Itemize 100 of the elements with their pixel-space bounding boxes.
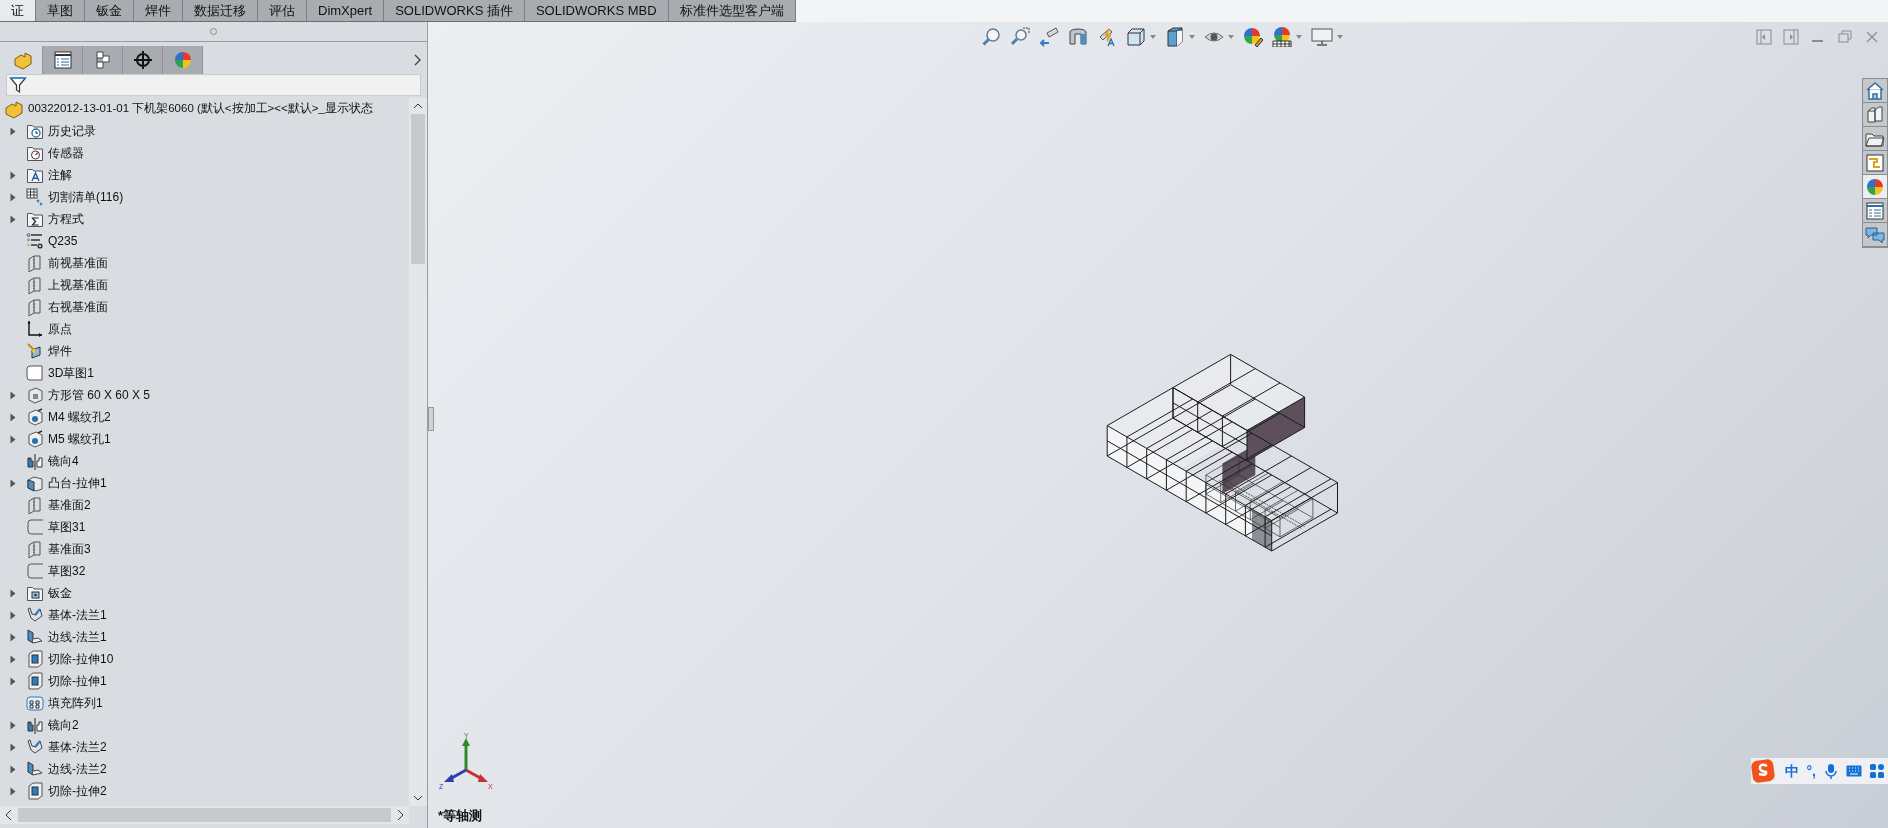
microphone-icon[interactable] [1824, 763, 1838, 779]
home-icon[interactable] [1865, 80, 1885, 101]
panel-tab[interactable] [123, 46, 163, 74]
tile-right-icon[interactable] [1783, 29, 1799, 45]
expand-arrow-icon[interactable] [10, 192, 16, 202]
list-icon[interactable] [1865, 200, 1885, 221]
expand-arrow-icon[interactable] [10, 764, 16, 774]
tree-item-label[interactable]: 镜向4 [48, 452, 79, 470]
tree-item-label[interactable]: 切除-拉伸1 [48, 672, 107, 690]
chat-bubbles-icon[interactable] [1865, 224, 1885, 245]
command-tab[interactable]: 焊件 [134, 0, 183, 21]
tree-item-label[interactable]: 基准面3 [48, 540, 91, 558]
tree-item-label[interactable]: 钣金 [48, 584, 72, 602]
tree-item-label[interactable]: 边线-法兰1 [48, 628, 107, 646]
filter-field[interactable] [6, 74, 421, 96]
command-tab[interactable]: 证 [0, 0, 36, 21]
expand-arrow-icon[interactable] [10, 742, 16, 752]
scroll-right-icon[interactable] [395, 809, 405, 821]
tree-item-label[interactable]: 基体-法兰2 [48, 738, 107, 756]
expand-arrow-icon[interactable] [10, 214, 16, 224]
grid-menu-icon[interactable] [1870, 764, 1884, 778]
expand-arrow-icon[interactable] [10, 478, 16, 488]
expand-arrow-icon[interactable] [10, 412, 16, 422]
punctuation-mode-label[interactable]: °, [1806, 760, 1816, 782]
expand-arrow-icon[interactable] [10, 434, 16, 444]
keyboard-icon[interactable] [1846, 765, 1862, 777]
expand-arrow-icon[interactable] [10, 676, 16, 686]
layout-icon[interactable] [1865, 152, 1885, 173]
previous-view-icon[interactable] [1039, 27, 1059, 47]
tree-item-label[interactable]: 传感器 [48, 144, 84, 162]
tree-item-label[interactable]: 草图32 [48, 562, 86, 580]
tree-item-label[interactable]: 切割清单(116) [48, 188, 124, 206]
vertical-scrollbar[interactable] [409, 98, 427, 806]
tree-item-label[interactable]: 凸台-拉伸1 [48, 474, 107, 492]
tree-item-label[interactable]: 填充阵列1 [48, 694, 103, 712]
tree-item-label[interactable]: 方程式 [48, 210, 84, 228]
tree-item-label[interactable]: Q235 [48, 232, 78, 250]
section-view-icon[interactable] [1068, 27, 1088, 47]
tree-item-label[interactable]: 基准面2 [48, 496, 91, 514]
books-icon[interactable] [1865, 104, 1885, 125]
caret-down-icon[interactable] [1296, 35, 1302, 39]
expand-arrow-icon[interactable] [10, 786, 16, 796]
color-ball-pencil-icon[interactable] [1243, 27, 1263, 47]
tree-item-label[interactable]: 方形管 60 X 60 X 5 [48, 386, 151, 404]
tree-item-label[interactable]: M5 螺纹孔1 [48, 430, 111, 448]
tree-item-label[interactable]: 基体-法兰1 [48, 606, 107, 624]
command-tab[interactable]: 草图 [36, 0, 85, 21]
monitor-icon[interactable] [1311, 27, 1333, 47]
tree-item-label[interactable]: 注解 [48, 166, 72, 184]
collapse-handle[interactable] [428, 407, 434, 431]
tree-item-label[interactable]: 上视基准面 [48, 276, 108, 294]
command-tab[interactable]: 数据迁移 [183, 0, 258, 21]
horizontal-scrollbar[interactable] [0, 806, 409, 824]
chevron-right-icon[interactable] [413, 53, 423, 67]
expand-arrow-icon[interactable] [10, 720, 16, 730]
folder-gauge-icon [26, 144, 44, 162]
tile-left-icon[interactable] [1756, 29, 1772, 45]
tree-item-label[interactable]: 右视基准面 [48, 298, 108, 316]
command-tab[interactable]: DimXpert [307, 0, 385, 21]
display-style-icon[interactable] [1165, 27, 1185, 47]
color-ball-icon[interactable] [1865, 176, 1885, 197]
tree-item-label[interactable]: 历史记录 [48, 122, 96, 140]
tree-item-label[interactable]: 镜向2 [48, 716, 79, 734]
caret-down-icon[interactable] [1150, 35, 1156, 39]
expand-arrow-icon[interactable] [10, 170, 16, 180]
tree-item-label[interactable]: 原点 [48, 320, 72, 338]
tree-item-label[interactable]: 前视基准面 [48, 254, 108, 272]
command-tab[interactable]: SOLIDWORKS 插件 [384, 0, 525, 21]
tree-item-label[interactable]: M4 螺纹孔2 [48, 408, 111, 426]
tree-item-label[interactable]: 00322012-13-01-01 下机架6060 (默认<按加工><<默认>_显示状态 [28, 100, 373, 118]
caret-down-icon[interactable] [1189, 35, 1195, 39]
scrollbar-thumb[interactable] [411, 114, 425, 264]
expand-arrow-icon[interactable] [10, 126, 16, 136]
tree-item-label[interactable]: 草图31 [48, 518, 86, 536]
expand-arrow-icon[interactable] [10, 632, 16, 642]
caret-down-icon[interactable] [1228, 35, 1234, 39]
ime-logo-icon[interactable] [1750, 758, 1777, 784]
command-tab[interactable]: 标准件选型客户端 [668, 0, 796, 21]
caret-down-icon[interactable] [1337, 35, 1343, 39]
tree-item-label[interactable]: 焊件 [48, 342, 72, 360]
tree-item-label[interactable]: 3D草图1 [48, 364, 94, 382]
scroll-left-icon[interactable] [4, 809, 14, 821]
tree-item-label[interactable]: 切除-拉伸10 [48, 650, 114, 668]
input-mode-label[interactable]: 中 [1784, 760, 1799, 782]
scene-icon[interactable] [1272, 27, 1292, 47]
panel-tab[interactable] [43, 46, 83, 74]
tree-item-label[interactable]: 切除-拉伸2 [48, 782, 107, 800]
command-tab[interactable]: 评估 [258, 0, 307, 21]
expand-arrow-icon[interactable] [10, 390, 16, 400]
dynamic-annotation-icon[interactable] [1097, 27, 1117, 47]
expand-arrow-icon[interactable] [10, 654, 16, 664]
expand-arrow-icon[interactable] [10, 588, 16, 598]
zoom-area-icon[interactable] [1010, 27, 1030, 47]
command-tab[interactable]: SOLIDWORKS MBD [524, 0, 669, 21]
expand-arrow-icon[interactable] [10, 610, 16, 620]
view-orientation-icon[interactable] [1126, 27, 1146, 47]
command-tab[interactable]: 钣金 [85, 0, 134, 21]
scrollbar-thumb[interactable] [18, 808, 391, 822]
tree-item-label[interactable]: 边线-法兰2 [48, 760, 107, 778]
magnifier-icon[interactable] [981, 27, 1001, 47]
